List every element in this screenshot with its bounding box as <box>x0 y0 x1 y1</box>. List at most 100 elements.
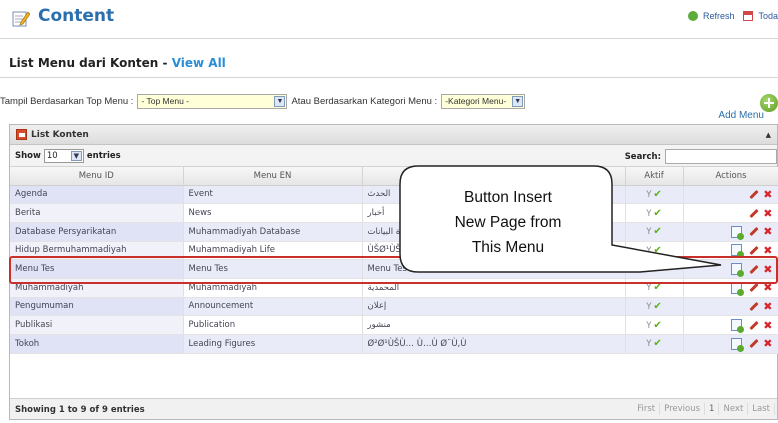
column-header[interactable]: Menu EN <box>183 167 363 186</box>
aktif-cell: Y ✔ <box>625 203 684 223</box>
column-header[interactable]: Aktif <box>625 167 684 186</box>
edit-pencil-icon[interactable] <box>748 283 757 292</box>
pager-last[interactable]: Last <box>748 403 775 415</box>
entries-info: Showing 1 to 9 of 9 entries <box>15 405 145 415</box>
menu-en-cell: Publication <box>183 315 363 335</box>
chevron-down-icon[interactable]: ▼ <box>70 151 82 161</box>
check-icon: ✔ <box>653 244 662 256</box>
column-header: Actions <box>683 167 778 186</box>
menu-id-cell: Tokoh <box>10 334 184 354</box>
delete-icon[interactable]: ✖ <box>763 337 772 350</box>
menu-en-cell: Event <box>183 185 363 205</box>
list-title: List Menu dari Konten - View All <box>9 56 226 70</box>
top-menu-select[interactable]: - Top Menu - ▼ <box>137 93 288 109</box>
insert-page-icon[interactable] <box>731 319 745 334</box>
insert-page-icon[interactable] <box>731 225 745 240</box>
search-input[interactable] <box>665 149 777 164</box>
aktif-value: Y <box>646 189 652 200</box>
top-menu-label: Tampil Berdasarkan Top Menu : <box>0 95 134 107</box>
actions-cell: ✖ <box>683 315 778 335</box>
panel-header: List Konten ▲ <box>10 125 777 145</box>
refresh-icon[interactable] <box>687 11 698 21</box>
edit-pencil-icon[interactable] <box>748 190 757 199</box>
view-all-link[interactable]: View All <box>172 56 226 70</box>
show-entries: Show 10 ▼ entries <box>15 149 121 163</box>
delete-icon[interactable]: ✖ <box>763 188 772 201</box>
pager-first[interactable]: First <box>633 403 661 415</box>
delete-icon[interactable]: ✖ <box>763 300 772 313</box>
edit-pencil-icon[interactable] <box>748 321 757 330</box>
search-label: Search: <box>624 151 661 162</box>
page-title: Content <box>38 6 115 26</box>
add-menu-button[interactable]: Add Menu <box>718 110 764 121</box>
aktif-cell: Y ✔ <box>625 297 684 317</box>
pager-previous[interactable]: Previous <box>660 403 706 415</box>
insert-page-icon[interactable] <box>731 337 745 352</box>
delete-icon[interactable]: ✖ <box>763 207 772 220</box>
menu-id-cell: Publikasi <box>10 315 184 335</box>
header-divider <box>0 38 778 39</box>
table-row: Tokoh Leading Figures Ø²Ø¹ÙŠÙ… Ù…Ù Ø¨Ù‚Ù Y ✔… <box>10 334 778 354</box>
chevron-down-icon[interactable]: ▼ <box>512 95 524 107</box>
edit-pencil-icon[interactable] <box>748 209 757 218</box>
aktif-value: Y <box>646 245 652 256</box>
table-header-row: Menu ID Menu EN Aktif Actions <box>10 167 778 186</box>
check-icon: ✔ <box>653 338 662 350</box>
title-divider <box>0 77 778 78</box>
filter-row: Tampil Berdasarkan Top Menu : - Top Menu… <box>0 93 529 109</box>
collapse-icon[interactable]: ▲ <box>766 131 771 139</box>
edit-pencil-icon[interactable] <box>748 246 757 255</box>
menu-en-cell: Announcement <box>183 297 363 317</box>
panel-title: List Konten <box>31 129 89 140</box>
refresh-link[interactable]: Refresh <box>703 11 735 21</box>
check-icon: ✔ <box>653 300 662 312</box>
aktif-value: Y <box>646 301 652 312</box>
pager-page[interactable]: 1 <box>705 403 720 415</box>
show-label: Show <box>15 151 41 161</box>
menu-en-cell: Leading Figures <box>183 334 363 354</box>
column-header[interactable] <box>362 167 626 186</box>
delete-icon[interactable]: ✖ <box>763 319 772 332</box>
table-row: Agenda Event الحدث Y ✔ ✖ <box>10 185 778 205</box>
aktif-cell: Y ✔ <box>625 315 684 335</box>
actions-cell: ✖ <box>683 334 778 354</box>
top-menu-value: - Top Menu - <box>141 96 189 106</box>
edit-pencil-icon[interactable] <box>748 302 757 311</box>
pager-next[interactable]: Next <box>719 403 749 415</box>
check-icon: ✔ <box>653 319 662 331</box>
menu-id-cell: Agenda <box>10 185 184 205</box>
aktif-cell: Y ✔ <box>625 334 684 354</box>
delete-icon[interactable]: ✖ <box>763 225 772 238</box>
edit-pencil-icon[interactable] <box>748 339 757 348</box>
list-title-text: List Menu dari Konten - <box>9 56 172 70</box>
pagination: First Previous 1 Next Last <box>633 403 775 415</box>
menu-ar-cell: إعلان <box>362 297 626 317</box>
chevron-down-icon[interactable]: ▼ <box>274 95 286 107</box>
top-actions: Refresh Toda <box>687 11 778 21</box>
kategori-label: Atau Berdasarkan Kategori Menu : <box>291 95 438 107</box>
calendar-icon[interactable] <box>743 11 754 21</box>
aktif-value: Y <box>646 208 652 219</box>
menu-id-cell: Database Persyarikatan <box>10 222 184 242</box>
list-icon <box>16 129 27 140</box>
aktif-value: Y <box>646 227 652 238</box>
menu-ar-cell: منشور <box>362 315 626 335</box>
insert-page-icon[interactable] <box>731 244 745 259</box>
delete-icon[interactable]: ✖ <box>763 244 772 257</box>
kategori-menu-select[interactable]: -Kategori Menu- ▼ <box>441 93 526 109</box>
entries-label: entries <box>86 151 121 161</box>
edit-pencil-icon[interactable] <box>748 227 757 236</box>
page-header: Content Refresh Toda <box>0 0 778 40</box>
callout-line: This Menu <box>471 239 545 256</box>
entries-select[interactable]: 10 ▼ <box>43 149 84 163</box>
check-icon: ✔ <box>653 207 662 219</box>
table-row: Database Persyarikatan Muhammadiyah Datab… <box>10 222 778 242</box>
kategori-value: -Kategori Menu- <box>445 96 507 106</box>
today-link[interactable]: Toda <box>758 11 778 21</box>
actions-cell: ✖ <box>683 297 778 317</box>
table-row: Pengumuman Announcement إعلان Y ✔ ✖ <box>10 297 778 317</box>
column-header[interactable]: Menu ID <box>10 167 184 186</box>
menu-id-cell: Berita <box>10 203 184 223</box>
table-row: Publikasi Publication منشور Y ✔ ✖ <box>10 315 778 335</box>
edit-pencil-icon <box>12 11 30 27</box>
